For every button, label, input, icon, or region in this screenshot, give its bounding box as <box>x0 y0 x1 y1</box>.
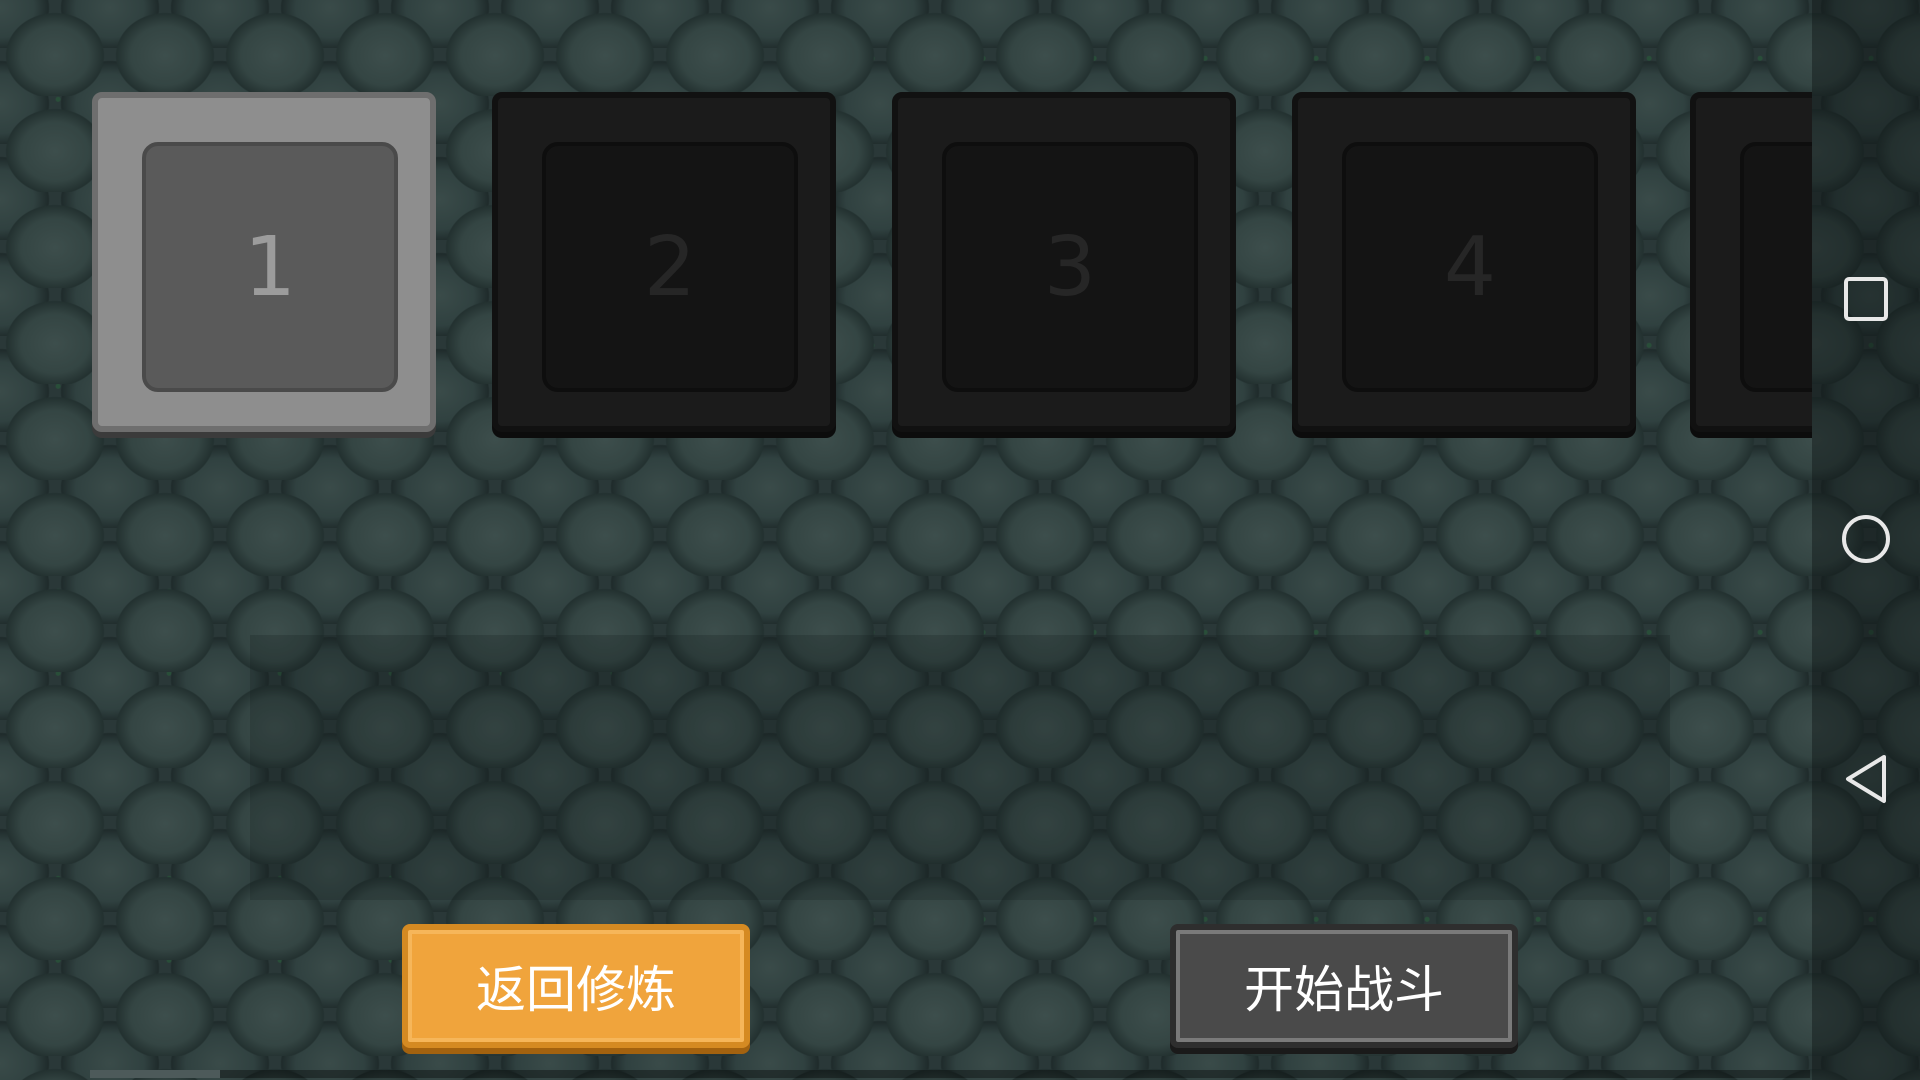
horizontal-scrollbar[interactable] <box>90 1070 1810 1078</box>
level-slot-1[interactable]: 1 <box>92 92 436 432</box>
game-screen: 1 2 3 4 返回修炼 开始战斗 <box>0 0 1920 1080</box>
level-slot-number: 4 <box>1342 142 1598 392</box>
level-slot-5[interactable] <box>1690 92 1812 432</box>
level-slot-number: 1 <box>142 142 398 392</box>
level-slot-3[interactable]: 3 <box>892 92 1236 432</box>
back-to-training-button[interactable]: 返回修炼 <box>402 924 750 1048</box>
level-slot-number: 2 <box>542 142 798 392</box>
home-icon[interactable] <box>1839 512 1893 566</box>
recent-apps-icon[interactable] <box>1839 272 1893 326</box>
system-nav-bar <box>1812 0 1920 1080</box>
level-slot-number: 3 <box>942 142 1198 392</box>
back-icon[interactable] <box>1839 752 1893 806</box>
level-slot-number <box>1740 142 1812 392</box>
game-area: 1 2 3 4 返回修炼 开始战斗 <box>0 0 1812 1080</box>
scrollbar-thumb[interactable] <box>90 1070 220 1078</box>
level-slot-2[interactable]: 2 <box>492 92 836 432</box>
start-battle-button[interactable]: 开始战斗 <box>1170 924 1518 1048</box>
content-panel <box>250 635 1670 900</box>
level-slot-4[interactable]: 4 <box>1292 92 1636 432</box>
